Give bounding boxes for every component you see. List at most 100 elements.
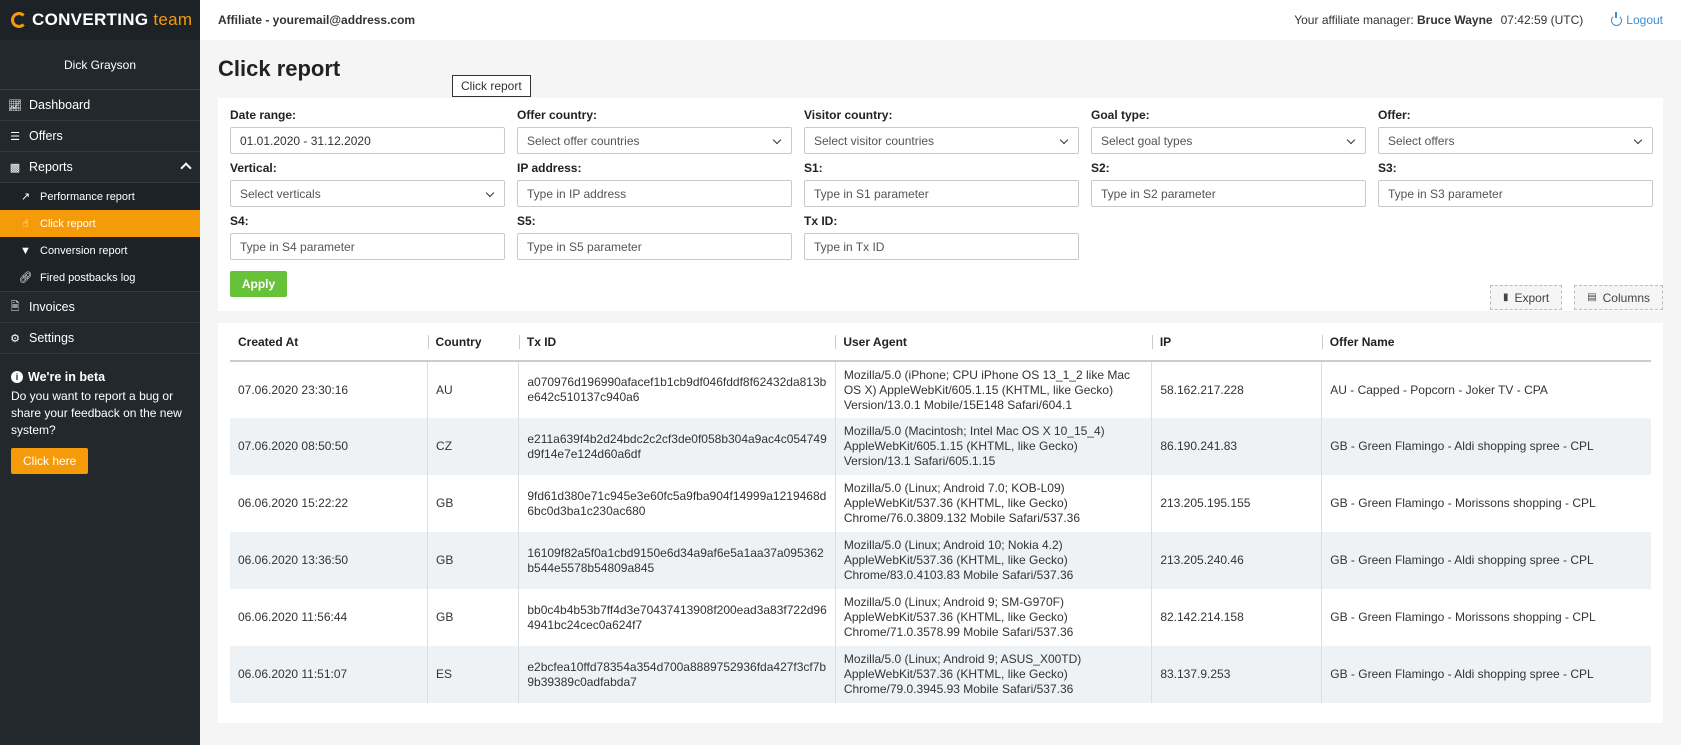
- page-title: Click report: [218, 56, 341, 81]
- offer-country-field: Offer country: Select offer countries: [517, 108, 792, 154]
- sidebar-item-dashboard[interactable]: 📈︎ Dashboard: [0, 90, 200, 121]
- sidebar-item-invoices[interactable]: 🗎 Invoices: [0, 292, 200, 323]
- link-icon: 🔗︎: [18, 272, 33, 284]
- cell-tx-id: 9fd61d380e71c945e3e60fc5a9fba904f14999a1…: [518, 475, 836, 532]
- txid-field: Tx ID: Type in Tx ID: [804, 214, 1079, 260]
- cell-country: GB: [427, 475, 519, 532]
- s4-input[interactable]: Type in S4 parameter: [230, 233, 505, 260]
- offer-field: Offer: Select offers: [1378, 108, 1653, 154]
- bar-chart-icon: ▩: [9, 161, 21, 174]
- offer-label: Offer:: [1378, 108, 1411, 122]
- column-header[interactable]: Offer Name: [1321, 323, 1651, 362]
- offer-select[interactable]: Select offers: [1378, 127, 1653, 154]
- affiliate-manager: Your affiliate manager: Bruce Wayne: [1294, 13, 1492, 27]
- s4-field: S4: Type in S4 parameter: [230, 214, 505, 260]
- cell-ip: 86.190.241.83: [1151, 418, 1322, 475]
- sidebar-item-label: Fired postbacks log: [40, 271, 136, 284]
- cell-ip: 82.142.214.158: [1151, 589, 1322, 646]
- offer-country-select[interactable]: Select offer countries: [517, 127, 792, 154]
- s3-field: S3: Type in S3 parameter: [1378, 161, 1653, 207]
- s5-input[interactable]: Type in S5 parameter: [517, 233, 792, 260]
- column-header[interactable]: Created At: [230, 323, 428, 362]
- cell-user-agent: Mozilla/5.0 (Linux; Android 9; ASUS_X00T…: [834, 646, 1152, 703]
- export-button[interactable]: ▮ Export: [1489, 285, 1563, 310]
- s4-label: S4:: [230, 214, 249, 228]
- info-icon: i: [11, 371, 23, 383]
- column-header[interactable]: Country: [427, 323, 519, 362]
- apply-button[interactable]: Apply: [230, 271, 287, 297]
- chart-icon: 📈︎: [8, 99, 22, 112]
- offer-country-label: Offer country:: [517, 108, 598, 122]
- goal-type-label: Goal type:: [1091, 108, 1150, 122]
- table-row: 07.06.2020 08:50:50 CZ e211a639f4b2d24bd…: [230, 418, 1651, 475]
- date-range-field: Date range: 01.01.2020 - 31.12.2020: [230, 108, 505, 154]
- sidebar-item-settings[interactable]: ⚙ Settings: [0, 323, 200, 354]
- table-header-row: Created At Country Tx ID User Agent IP O…: [230, 323, 1651, 362]
- click-report-table: Created At Country Tx ID User Agent IP O…: [230, 323, 1651, 703]
- vertical-label: Vertical:: [230, 161, 277, 175]
- logout-link[interactable]: Logout: [1611, 11, 1663, 27]
- cell-user-agent: Mozilla/5.0 (iPhone; CPU iPhone OS 13_1_…: [834, 361, 1152, 418]
- columns-button[interactable]: ▤ Columns: [1574, 285, 1663, 310]
- cell-offer-name: GB - Green Flamingo - Morissons shopping…: [1321, 589, 1651, 646]
- beta-text: Do you want to report a bug or share you…: [11, 389, 182, 437]
- sidebar-item-performance-report[interactable]: ↗ Performance report: [0, 183, 200, 210]
- sidebar-item-label: Click report: [40, 217, 96, 230]
- sidebar-item-offers[interactable]: ☰ Offers: [0, 121, 200, 152]
- logo[interactable]: CONVERTING team: [0, 0, 200, 40]
- date-range-input[interactable]: 01.01.2020 - 31.12.2020: [230, 127, 505, 154]
- cell-ip: 58.162.217.228: [1151, 361, 1322, 418]
- s3-input[interactable]: Type in S3 parameter: [1378, 180, 1653, 207]
- cell-tx-id: 16109f82a5f0a1cbd9150e6d34a9af6e5a1aa37a…: [518, 532, 836, 589]
- cell-ip: 213.205.195.155: [1151, 475, 1322, 532]
- chevron-down-icon: [485, 188, 495, 198]
- logo-accent-text: team: [153, 10, 193, 29]
- sidebar-item-click-report[interactable]: ☝ Click report: [0, 210, 200, 237]
- sidebar-item-label: Performance report: [40, 190, 135, 203]
- column-header[interactable]: IP: [1151, 323, 1322, 362]
- cell-created-at: 07.06.2020 23:30:16: [238, 382, 349, 397]
- logo-text: CONVERTING: [32, 10, 149, 29]
- table-row: 06.06.2020 11:51:07 ES e2bcfea10ffd78354…: [230, 646, 1651, 703]
- cell-created-at: 06.06.2020 15:22:22: [238, 496, 349, 510]
- vertical-select[interactable]: Select verticals: [230, 180, 505, 207]
- cell-offer-name: GB - Green Flamingo - Aldi shopping spre…: [1321, 646, 1651, 703]
- sidebar-item-conversion-report[interactable]: ▼ Conversion report: [0, 237, 200, 264]
- s2-input[interactable]: Type in S2 parameter: [1091, 180, 1366, 207]
- file-icon: ▮: [1502, 292, 1509, 303]
- visitor-country-select[interactable]: Select visitor countries: [804, 127, 1079, 154]
- cell-country: CZ: [427, 418, 519, 475]
- cell-offer-name: GB - Green Flamingo - Aldi shopping spre…: [1321, 532, 1651, 589]
- columns-icon: ▤: [1587, 292, 1597, 303]
- sidebar-item-label: Invoices: [29, 300, 75, 314]
- sidebar-item-fired-postbacks-log[interactable]: 🔗︎ Fired postbacks log: [0, 264, 200, 291]
- file-icon: 🗎: [10, 300, 20, 313]
- manager-name: Bruce Wayne: [1417, 13, 1493, 27]
- topbar: Affiliate - youremail@address.com Your a…: [200, 0, 1681, 40]
- s1-input[interactable]: Type in S1 parameter: [804, 180, 1079, 207]
- columns-label: Columns: [1602, 290, 1650, 305]
- visitor-country-field: Visitor country: Select visitor countrie…: [804, 108, 1079, 154]
- s2-field: S2: Type in S2 parameter: [1091, 161, 1366, 207]
- ip-label: IP address:: [517, 161, 582, 175]
- goal-type-select[interactable]: Select goal types: [1091, 127, 1366, 154]
- cell-user-agent: Mozilla/5.0 (Macintosh; Intel Mac OS X 1…: [834, 418, 1152, 475]
- chevron-down-icon: [1633, 135, 1643, 145]
- chevron-down-icon: [1346, 135, 1356, 145]
- reports-submenu: ↗ Performance report ☝ Click report ▼ Co…: [0, 183, 200, 292]
- sidebar-item-reports[interactable]: ▩ Reports: [0, 152, 200, 183]
- power-icon: [1611, 11, 1623, 26]
- column-header[interactable]: User Agent: [835, 323, 1152, 362]
- beta-title: i We're in beta: [11, 370, 189, 384]
- s3-label: S3:: [1378, 161, 1397, 175]
- txid-input[interactable]: Type in Tx ID: [804, 233, 1079, 260]
- ip-input[interactable]: Type in IP address: [517, 180, 792, 207]
- date-range-label: Date range:: [230, 108, 297, 122]
- column-header[interactable]: Tx ID: [518, 323, 836, 362]
- manager-label: Your affiliate manager:: [1294, 13, 1414, 27]
- table-row: 06.06.2020 15:22:22 GB 9fd61d380e71c945e…: [230, 475, 1651, 532]
- chevron-down-icon: [1059, 135, 1069, 145]
- feedback-button[interactable]: Click here: [11, 448, 89, 474]
- cell-user-agent: Mozilla/5.0 (Linux; Android 9; SM-G970F)…: [834, 589, 1152, 646]
- chevron-down-icon: [772, 135, 782, 145]
